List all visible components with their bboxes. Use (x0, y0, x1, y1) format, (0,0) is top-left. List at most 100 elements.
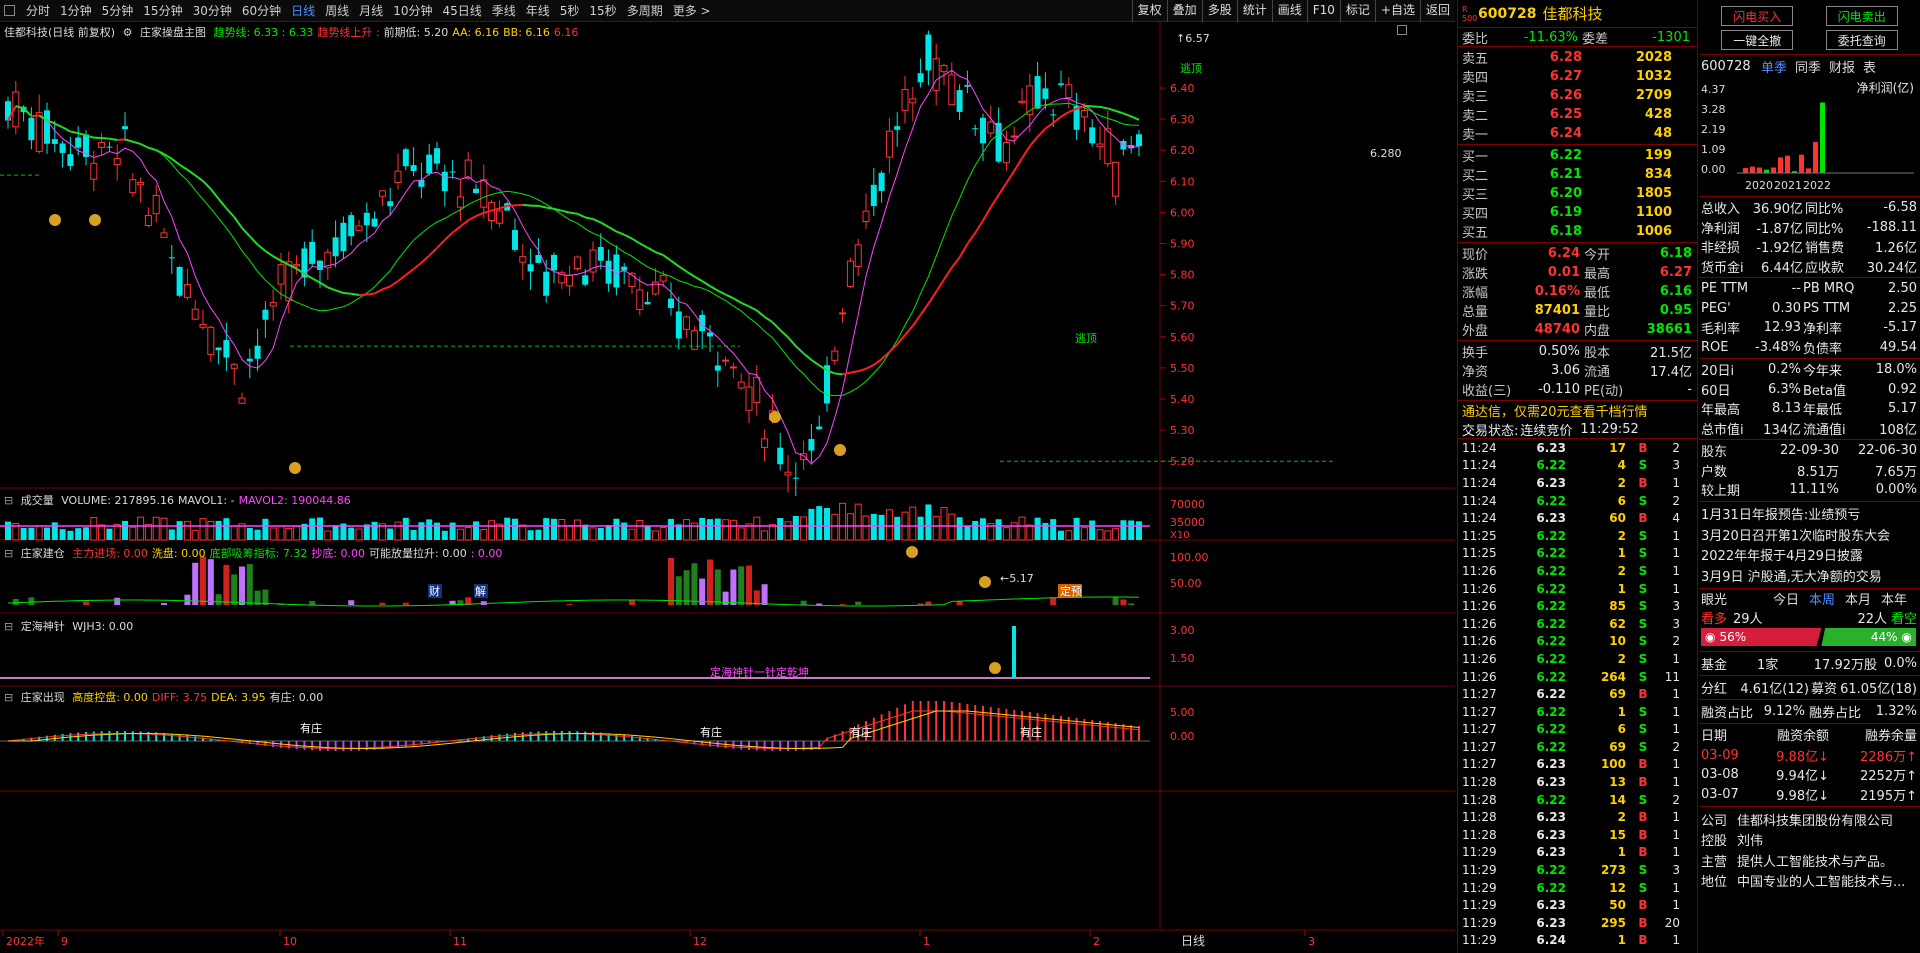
tick-row[interactable]: 11:24 6.23 2 B 1 (1458, 474, 1697, 492)
news-item[interactable]: 2022年年报于4月29日披露 (1699, 545, 1920, 566)
period-tab[interactable]: 45日线 (437, 2, 486, 19)
bear-bar[interactable]: 44% ◉ (1821, 628, 1916, 646)
period-tab[interactable]: 30分钟 (188, 2, 237, 19)
stock-code[interactable]: 600728 (1478, 6, 1536, 22)
sell-level[interactable]: 卖五 6.28 2028 (1458, 48, 1697, 67)
tick-row[interactable]: 11:24 6.22 4 S 3 (1458, 457, 1697, 475)
buy-level[interactable]: 买五 6.18 1006 (1458, 222, 1697, 241)
tick-row[interactable]: 11:29 6.23 1 B 1 (1458, 844, 1697, 862)
tick-row[interactable]: 11:27 6.22 1 S 1 (1458, 703, 1697, 721)
bull-bar[interactable]: ◉ 56% (1701, 628, 1822, 646)
period-tab[interactable]: 分时 (21, 2, 55, 19)
panel-collapse-icon[interactable]: ⊟ (4, 547, 13, 560)
bull-bear-bar[interactable]: ◉ 56% 44% ◉ (1699, 628, 1920, 652)
tick-row[interactable]: 11:26 6.22 1 S 1 (1458, 580, 1697, 598)
news-item[interactable]: 1月31日年报预告:业绩预亏 (1699, 504, 1920, 525)
sell-level[interactable]: 卖四 6.27 1032 (1458, 67, 1697, 86)
tool-button[interactable]: F10 (1306, 0, 1340, 22)
tick-row[interactable]: 11:25 6.22 2 S 1 (1458, 527, 1697, 545)
news-item[interactable]: 3月20日召开第1次临时股东大会 (1699, 524, 1920, 545)
fin-tab[interactable]: 同季 (1795, 57, 1821, 76)
panel-collapse-icon[interactable]: ⊟ (4, 691, 13, 704)
date-axis-period[interactable]: 日线 (1181, 934, 1205, 948)
tick-row[interactable]: 11:26 6.22 10 S 2 (1458, 633, 1697, 651)
tick-row[interactable]: 11:24 6.22 6 S 2 (1458, 492, 1697, 510)
tick-row[interactable]: 11:28 6.22 14 S 2 (1458, 791, 1697, 809)
period-tab[interactable]: 年线 (521, 2, 555, 19)
flash-sell-button[interactable]: 闪电卖出 (1825, 6, 1898, 26)
stock-label[interactable]: 佳都科技(日线 前复权) (4, 26, 115, 39)
menu-square-icon[interactable] (4, 5, 15, 16)
eye-tab[interactable]: 本周 (1809, 589, 1835, 608)
period-tab[interactable]: 60分钟 (237, 2, 286, 19)
indicator-name[interactable]: 庄家操盘主图 (140, 26, 206, 39)
promo-text[interactable]: 通达信，仅需20元查看千档行情 (1462, 401, 1648, 420)
sell-level[interactable]: 卖二 6.25 428 (1458, 105, 1697, 124)
unlock-tag[interactable]: 解 (475, 584, 486, 598)
tool-button[interactable]: 叠加 (1166, 0, 1202, 22)
period-tab[interactable]: 5分钟 (97, 2, 139, 19)
tool-button[interactable]: 返回 (1419, 0, 1455, 22)
panel-maximize-icon[interactable] (1397, 25, 1407, 35)
tool-button[interactable]: 多股 (1201, 0, 1237, 22)
tool-button[interactable]: 画线 (1271, 0, 1307, 22)
period-tab[interactable]: 日线 (286, 2, 320, 19)
sell-level[interactable]: 卖一 6.24 48 (1458, 124, 1697, 143)
chart-canvas[interactable]: 6.40 6.30 6.20 6.10 6.00 5.90 5.80 5.70 5.60 5.50… (0, 22, 1455, 953)
period-tab[interactable]: 10分钟 (388, 2, 437, 19)
tick-row[interactable]: 11:29 6.23 50 B 1 (1458, 896, 1697, 914)
tick-row[interactable]: 11:26 6.22 2 S 1 (1458, 650, 1697, 668)
buy-level[interactable]: 买四 6.19 1100 (1458, 203, 1697, 222)
tick-row[interactable]: 11:27 6.22 69 S 2 (1458, 738, 1697, 756)
panel-collapse-icon[interactable]: ⊟ (4, 620, 13, 633)
panel-collapse-icon[interactable]: ⊟ (4, 494, 13, 507)
volume-title[interactable]: 成交量 (21, 494, 54, 507)
tick-row[interactable]: 11:24 6.23 17 B 2 (1458, 439, 1697, 457)
buy-level[interactable]: 买一 6.22 199 (1458, 146, 1697, 165)
dinghai-title[interactable]: 定海神针 (21, 620, 65, 633)
tick-row[interactable]: 11:26 6.22 62 S 3 (1458, 615, 1697, 633)
tool-button[interactable]: 复权 (1131, 0, 1167, 22)
period-tab[interactable]: 15分钟 (138, 2, 187, 19)
order-query-button[interactable]: 委托查询 (1825, 30, 1898, 50)
eye-tab[interactable]: 今日 (1773, 589, 1799, 608)
tick-row[interactable]: 11:28 6.23 13 B 1 (1458, 773, 1697, 791)
fin-tab[interactable]: 单季 (1761, 57, 1787, 76)
buy-level[interactable]: 买三 6.20 1805 (1458, 184, 1697, 203)
period-tab[interactable]: 1分钟 (55, 2, 97, 19)
period-tab[interactable]: 15秒 (584, 2, 621, 19)
period-tab[interactable]: 5秒 (555, 2, 585, 19)
period-tab[interactable]: 周线 (320, 2, 354, 19)
candlesticks[interactable] (5, 30, 1142, 497)
tick-row[interactable]: 11:27 6.23 100 B 1 (1458, 756, 1697, 774)
tick-row[interactable]: 11:29 6.22 12 S 1 (1458, 879, 1697, 897)
fin-chart[interactable]: 4.37 3.28 2.19 1.09 0.00 2020 2021 2022 净利润(亿) (1699, 77, 1920, 197)
tick-row[interactable]: 11:27 6.22 69 B 1 (1458, 685, 1697, 703)
tool-button[interactable]: 统计 (1236, 0, 1272, 22)
buy-level[interactable]: 买二 6.21 834 (1458, 165, 1697, 184)
flash-buy-button[interactable]: 闪电买入 (1721, 6, 1794, 26)
period-tab[interactable]: 多周期 (622, 2, 668, 19)
news-item[interactable]: 3月9日 沪股通,无大净额的交易 (1699, 565, 1920, 586)
jiancang-title[interactable]: 庄家建仓 (21, 547, 65, 560)
one-key-cancel-button[interactable]: 一键全撤 (1721, 30, 1794, 50)
fin-tab[interactable]: 表 (1863, 57, 1876, 76)
tick-row[interactable]: 11:26 6.22 264 S 11 (1458, 668, 1697, 686)
stock-name[interactable]: 佳都科技 (1542, 3, 1602, 24)
tool-button[interactable]: 标记 (1339, 0, 1375, 22)
fin-tab[interactable]: 财报 (1829, 57, 1855, 76)
tick-row[interactable]: 11:24 6.23 60 B 4 (1458, 509, 1697, 527)
settings-icon[interactable]: ⚙ (123, 26, 133, 39)
eye-tab[interactable]: 本年 (1881, 589, 1907, 608)
tick-list[interactable]: 11:24 6.23 17 B 2 11:24 6.22 4 S 3 11:24 6.23 2 B 1 11:… (1458, 439, 1697, 949)
tick-row[interactable]: 11:27 6.22 6 S 1 (1458, 721, 1697, 739)
tick-row[interactable]: 11:28 6.23 15 B 1 (1458, 826, 1697, 844)
chuxian-title[interactable]: 庄家出现 (21, 691, 65, 704)
tick-row[interactable]: 11:29 6.23 295 B 20 (1458, 914, 1697, 932)
period-tab[interactable]: 季线 (487, 2, 521, 19)
sell-level[interactable]: 卖三 6.26 2709 (1458, 86, 1697, 105)
tick-row[interactable]: 11:29 6.24 1 B 1 (1458, 932, 1697, 950)
tick-row[interactable]: 11:26 6.22 85 S 3 (1458, 597, 1697, 615)
tick-row[interactable]: 11:29 6.22 273 S 3 (1458, 861, 1697, 879)
period-tab[interactable]: 更多 > (668, 2, 716, 19)
